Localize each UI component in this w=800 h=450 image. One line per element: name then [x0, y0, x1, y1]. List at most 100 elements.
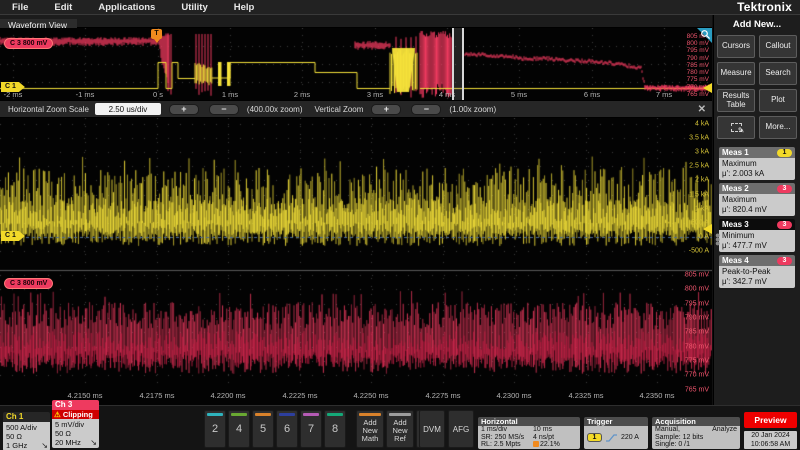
- channel-5-button[interactable]: 5: [252, 410, 274, 448]
- h-sample-rate: SR: 250 MS/s: [481, 434, 533, 442]
- measurement-card-header: Meas 33: [719, 219, 795, 230]
- ch3-scale: 5 mV/div: [55, 420, 96, 429]
- afg-button[interactable]: AFG: [448, 410, 474, 448]
- pencil-icon: ✎: [738, 127, 745, 136]
- ch1-badge[interactable]: Ch 1 500 A/div 50 Ω 1 GHz ↘: [3, 412, 50, 450]
- ch3-badge-body: 5 mV/div 50 Ω 20 MHz ↘: [52, 419, 99, 448]
- magnifier-icon: [700, 29, 711, 40]
- zoom-ch3-y-tick: 805 mV: [685, 272, 709, 279]
- zoom-window-selector[interactable]: [452, 28, 464, 100]
- dvm-button[interactable]: DVM: [419, 410, 445, 448]
- add-new-search[interactable]: Search: [759, 62, 797, 85]
- channel-6-button[interactable]: 6: [276, 410, 298, 448]
- channel-4-button[interactable]: 4: [228, 410, 250, 448]
- overview-ch1-level-arrow[interactable]: [703, 83, 712, 93]
- overview-x-tick: 1 ms: [222, 90, 238, 99]
- add-color-strip: [359, 413, 381, 416]
- trigger-panel-title: Trigger: [584, 417, 648, 426]
- h-zoom-minus-button[interactable]: −: [209, 104, 239, 115]
- v-zoom-minus-button[interactable]: −: [411, 104, 441, 115]
- menu-items: File Edit Applications Utility Help: [0, 2, 254, 13]
- measurement-card-body: Peak-to-Peakμ': 342.7 mV: [719, 266, 795, 288]
- measurement-source-badge: 3: [777, 257, 792, 265]
- zoom-x-tick: 4.2250 ms: [353, 391, 388, 400]
- sidebar-drag-handle[interactable]: ●●●: [715, 233, 720, 245]
- preview-button[interactable]: Preview: [744, 412, 797, 428]
- tekscope-application: FileEditApplicationsUtilityHelp Tektroni…: [0, 0, 800, 450]
- zoom-ch1-y-tick: 0 A: [699, 234, 709, 241]
- ch3-impedance: 50 Ω: [55, 429, 96, 438]
- menu-item-file[interactable]: File: [12, 2, 28, 13]
- zoom-x-tick: 4.2225 ms: [282, 391, 317, 400]
- zoom-ch3-y-tick: 775 mV: [685, 358, 709, 365]
- measurement-card[interactable]: Meas 43Peak-to-Peakμ': 342.7 mV: [719, 255, 795, 288]
- overview-waveform-canvas[interactable]: [0, 28, 712, 100]
- zoom-ch1-y-tick: 3.5 kA: [689, 135, 709, 142]
- add-button-line: Ref: [394, 435, 406, 443]
- horizontal-panel[interactable]: Horizontal 1 ms/div10 ms SR: 250 MS/s4 n…: [478, 417, 580, 449]
- ch3-badge[interactable]: Ch 3 ⚠ Clipping 5 mV/div 50 Ω 20 MHz ↘: [52, 400, 99, 448]
- menu-item-help[interactable]: Help: [234, 2, 255, 13]
- channel-7-button[interactable]: 7: [300, 410, 322, 448]
- zoom-ch3-y-tick: 790 mV: [685, 315, 709, 322]
- overview-ch3-badge[interactable]: C 3 800 mV: [4, 38, 53, 49]
- rising-edge-icon: [605, 433, 618, 443]
- measurement-type: Maximum: [722, 159, 792, 169]
- zoom-ch3-badge[interactable]: C 3 800 mV: [4, 278, 53, 289]
- overview-x-tick: -1 ms: [76, 90, 95, 99]
- add-new-ref-button[interactable]: AddNewRef: [386, 410, 414, 448]
- ch1-impedance: 50 Ω: [6, 432, 47, 441]
- channel-color-strip: [231, 413, 247, 416]
- zoom-ch3-y-tick: 770 mV: [685, 372, 709, 379]
- acq-sample: Sample: 12 bits: [655, 434, 737, 442]
- clipping-label: Clipping: [63, 410, 93, 419]
- add-new-more-[interactable]: More...: [759, 116, 797, 139]
- h-trigger-position-value: 22.1%: [540, 441, 560, 448]
- zoom-waveform-canvas[interactable]: [0, 118, 712, 388]
- zoom-ch1-y-tick: 1.5 kA: [689, 192, 709, 199]
- trigger-position-marker[interactable]: T: [151, 29, 162, 39]
- add-new-callout[interactable]: Callout: [759, 35, 797, 58]
- overview-graph[interactable]: -2 ms-1 ms0 s1 ms2 ms3 ms4 ms5 ms6 ms7 m…: [0, 28, 712, 100]
- time-value: 10:06:58 AM: [744, 441, 797, 450]
- horizontal-panel-title: Horizontal: [478, 417, 580, 426]
- h-zoom-factor: (400.00x zoom): [247, 105, 303, 114]
- h-zoom-plus-button[interactable]: +: [169, 104, 199, 115]
- acquisition-panel[interactable]: Acquisition Manual,Analyze Sample: 12 bi…: [652, 417, 740, 449]
- tab-bar: Waveform View: [0, 15, 712, 28]
- measurement-card[interactable]: Meas 23Maximumμ': 820.4 mV: [719, 183, 795, 216]
- add-new-cursors[interactable]: Cursors: [717, 35, 755, 58]
- menu-item-applications[interactable]: Applications: [98, 2, 155, 13]
- zoom-ch3-y-tick: 780 mV: [685, 344, 709, 351]
- ch3-expand-arrow-icon[interactable]: ↘: [90, 438, 97, 447]
- zoom-trigger-level-arrow[interactable]: [703, 224, 712, 234]
- trigger-panel[interactable]: Trigger 1 220 A: [584, 417, 648, 449]
- zoomed-waveform-graph[interactable]: 4 kA3.5 kA3 kA2.5 kA2 kA1.5 kA1 kA500 A0…: [0, 118, 712, 405]
- menu-item-utility[interactable]: Utility: [181, 2, 207, 13]
- waveform-area: Waveform View -2 ms-1 ms0 s1 ms2 ms3 ms4…: [0, 15, 712, 405]
- add-new-plot[interactable]: Plot: [759, 89, 797, 112]
- measurement-card[interactable]: Meas 11Maximumμ': 2.003 kA: [719, 147, 795, 180]
- zoom-ch3-y-tick: 785 mV: [685, 329, 709, 336]
- measurement-card-body: Maximumμ': 820.4 mV: [719, 194, 795, 216]
- channel-color-strip: [303, 413, 319, 416]
- add-new-measure[interactable]: Measure: [717, 62, 755, 85]
- v-zoom-label: Vertical Zoom: [315, 105, 364, 114]
- add-new-draw-a-box-button[interactable]: ✎: [717, 116, 755, 139]
- add-new-results-table[interactable]: Results Table: [717, 89, 755, 112]
- channel-2-button[interactable]: 2: [204, 410, 226, 448]
- datetime-display: 20 Jan 2024 10:06:58 AM: [744, 431, 797, 449]
- acquisition-panel-title: Acquisition: [652, 417, 740, 426]
- h-zoom-scale-input[interactable]: [95, 103, 161, 115]
- measurement-value: μ': 820.4 mV: [722, 205, 792, 215]
- ch1-expand-arrow-icon[interactable]: ↘: [41, 441, 48, 450]
- menu-item-edit[interactable]: Edit: [54, 2, 72, 13]
- warning-icon: ⚠: [54, 410, 61, 419]
- h-record-length: RL: 2.5 Mpts: [481, 441, 533, 449]
- measurement-card[interactable]: Meas 33Minimumμ': 477.7 mV: [719, 219, 795, 252]
- v-zoom-plus-button[interactable]: +: [371, 104, 401, 115]
- channel-8-button[interactable]: 8: [324, 410, 346, 448]
- add-new-math-button[interactable]: AddNewMath: [356, 410, 384, 448]
- close-zoom-icon[interactable]: ✕: [698, 104, 706, 115]
- zoom-overview-corner-icon[interactable]: [697, 28, 712, 43]
